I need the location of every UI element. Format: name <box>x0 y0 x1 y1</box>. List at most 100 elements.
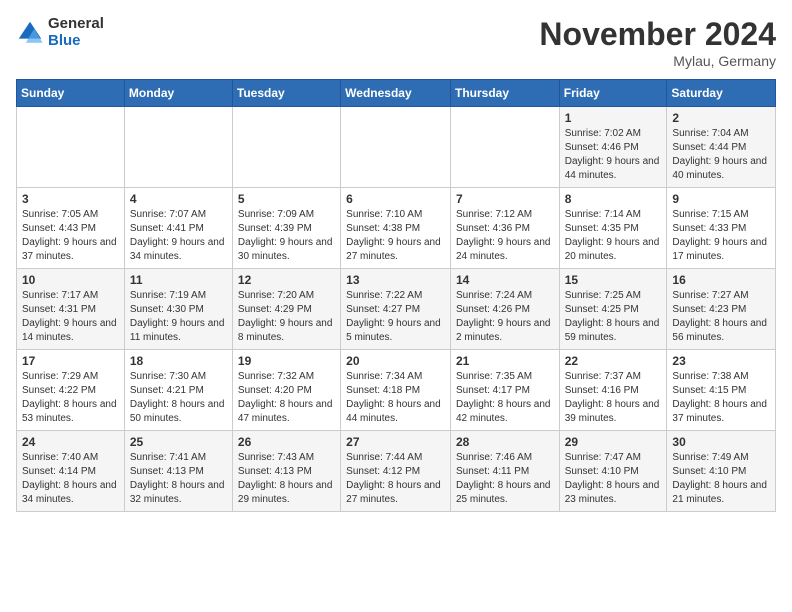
day-info: Sunrise: 7:44 AM Sunset: 4:12 PM Dayligh… <box>346 451 445 507</box>
day-info: Sunrise: 7:04 AM Sunset: 4:44 PM Dayligh… <box>672 127 770 183</box>
week-row-3: 10Sunrise: 7:17 AM Sunset: 4:31 PM Dayli… <box>17 269 776 350</box>
weekday-header-wednesday: Wednesday <box>341 80 451 107</box>
calendar-cell: 8 Sunrise: 7:14 AM Sunset: 4:35 PM Daylig… <box>559 188 667 269</box>
day-number: 26 <box>238 435 335 449</box>
logo: General Blue <box>16 16 104 49</box>
day-number: 9 <box>672 192 770 206</box>
day-info: Sunrise: 7:32 AM Sunset: 4:20 PM Dayligh… <box>238 370 335 426</box>
calendar-cell: 30Sunrise: 7:49 AM Sunset: 4:10 PM Dayli… <box>667 431 776 512</box>
title-area: November 2024 Mylau, Germany <box>539 16 776 69</box>
day-number: 17 <box>22 354 119 368</box>
day-info: Sunrise: 7:10 AM Sunset: 4:38 PM Dayligh… <box>346 208 445 264</box>
logo-general-text: General <box>48 16 104 33</box>
day-info: Sunrise: 7:38 AM Sunset: 4:15 PM Dayligh… <box>672 370 770 426</box>
day-info: Sunrise: 7:29 AM Sunset: 4:22 PM Dayligh… <box>22 370 119 426</box>
day-info: Sunrise: 7:40 AM Sunset: 4:14 PM Dayligh… <box>22 451 119 507</box>
day-number: 3 <box>22 192 119 206</box>
day-info: Sunrise: 7:22 AM Sunset: 4:27 PM Dayligh… <box>346 289 445 345</box>
calendar-cell: 11Sunrise: 7:19 AM Sunset: 4:30 PM Dayli… <box>124 269 232 350</box>
calendar-cell <box>124 107 232 188</box>
calendar-cell: 16Sunrise: 7:27 AM Sunset: 4:23 PM Dayli… <box>667 269 776 350</box>
day-info: Sunrise: 7:35 AM Sunset: 4:17 PM Dayligh… <box>456 370 554 426</box>
weekday-header-row: SundayMondayTuesdayWednesdayThursdayFrid… <box>17 80 776 107</box>
day-number: 19 <box>238 354 335 368</box>
calendar-cell: 24 Sunrise: 7:40 AM Sunset: 4:14 PM Dayli… <box>17 431 125 512</box>
calendar-cell: 21 Sunrise: 7:35 AM Sunset: 4:17 PM Dayli… <box>450 350 559 431</box>
calendar-cell: 4 Sunrise: 7:07 AM Sunset: 4:41 PM Daylig… <box>124 188 232 269</box>
day-number: 27 <box>346 435 445 449</box>
calendar-cell: 27 Sunrise: 7:44 AM Sunset: 4:12 PM Dayli… <box>341 431 451 512</box>
day-info: Sunrise: 7:14 AM Sunset: 4:35 PM Dayligh… <box>565 208 662 264</box>
day-number: 10 <box>22 273 119 287</box>
day-info: Sunrise: 7:46 AM Sunset: 4:11 PM Dayligh… <box>456 451 554 507</box>
calendar-cell: 10Sunrise: 7:17 AM Sunset: 4:31 PM Dayli… <box>17 269 125 350</box>
day-number: 12 <box>238 273 335 287</box>
weekday-header-tuesday: Tuesday <box>232 80 340 107</box>
weekday-header-saturday: Saturday <box>667 80 776 107</box>
day-number: 2 <box>672 111 770 125</box>
weekday-header-thursday: Thursday <box>450 80 559 107</box>
day-info: Sunrise: 7:24 AM Sunset: 4:26 PM Dayligh… <box>456 289 554 345</box>
calendar-cell: 5 Sunrise: 7:09 AM Sunset: 4:39 PM Daylig… <box>232 188 340 269</box>
weekday-header-sunday: Sunday <box>17 80 125 107</box>
day-info: Sunrise: 7:12 AM Sunset: 4:36 PM Dayligh… <box>456 208 554 264</box>
day-number: 20 <box>346 354 445 368</box>
calendar-cell: 18 Sunrise: 7:30 AM Sunset: 4:21 PM Dayli… <box>124 350 232 431</box>
weekday-header-monday: Monday <box>124 80 232 107</box>
logo-blue-text: Blue <box>48 33 104 50</box>
calendar-cell: 20 Sunrise: 7:34 AM Sunset: 4:18 PM Dayli… <box>341 350 451 431</box>
day-number: 5 <box>238 192 335 206</box>
day-info: Sunrise: 7:02 AM Sunset: 4:46 PM Dayligh… <box>565 127 662 183</box>
day-info: Sunrise: 7:30 AM Sunset: 4:21 PM Dayligh… <box>130 370 227 426</box>
calendar: SundayMondayTuesdayWednesdayThursdayFrid… <box>16 79 776 512</box>
day-number: 15 <box>565 273 662 287</box>
day-info: Sunrise: 7:15 AM Sunset: 4:33 PM Dayligh… <box>672 208 770 264</box>
calendar-cell: 25Sunrise: 7:41 AM Sunset: 4:13 PM Dayli… <box>124 431 232 512</box>
day-info: Sunrise: 7:09 AM Sunset: 4:39 PM Dayligh… <box>238 208 335 264</box>
day-info: Sunrise: 7:34 AM Sunset: 4:18 PM Dayligh… <box>346 370 445 426</box>
calendar-cell: 23Sunrise: 7:38 AM Sunset: 4:15 PM Dayli… <box>667 350 776 431</box>
calendar-cell: 19 Sunrise: 7:32 AM Sunset: 4:20 PM Dayli… <box>232 350 340 431</box>
calendar-cell: 3 Sunrise: 7:05 AM Sunset: 4:43 PM Daylig… <box>17 188 125 269</box>
day-info: Sunrise: 7:07 AM Sunset: 4:41 PM Dayligh… <box>130 208 227 264</box>
day-number: 21 <box>456 354 554 368</box>
day-number: 6 <box>346 192 445 206</box>
calendar-cell: 13 Sunrise: 7:22 AM Sunset: 4:27 PM Dayli… <box>341 269 451 350</box>
day-number: 4 <box>130 192 227 206</box>
calendar-cell: 1 Sunrise: 7:02 AM Sunset: 4:46 PM Daylig… <box>559 107 667 188</box>
week-row-2: 3 Sunrise: 7:05 AM Sunset: 4:43 PM Daylig… <box>17 188 776 269</box>
day-number: 28 <box>456 435 554 449</box>
day-number: 7 <box>456 192 554 206</box>
weekday-header-friday: Friday <box>559 80 667 107</box>
day-number: 13 <box>346 273 445 287</box>
calendar-cell: 17 Sunrise: 7:29 AM Sunset: 4:22 PM Dayli… <box>17 350 125 431</box>
calendar-cell: 29 Sunrise: 7:47 AM Sunset: 4:10 PM Dayli… <box>559 431 667 512</box>
week-row-1: 1 Sunrise: 7:02 AM Sunset: 4:46 PM Daylig… <box>17 107 776 188</box>
week-row-4: 17 Sunrise: 7:29 AM Sunset: 4:22 PM Dayli… <box>17 350 776 431</box>
day-info: Sunrise: 7:05 AM Sunset: 4:43 PM Dayligh… <box>22 208 119 264</box>
calendar-cell: 7 Sunrise: 7:12 AM Sunset: 4:36 PM Daylig… <box>450 188 559 269</box>
calendar-cell: 9 Sunrise: 7:15 AM Sunset: 4:33 PM Daylig… <box>667 188 776 269</box>
header: General Blue November 2024 Mylau, German… <box>16 16 776 69</box>
day-number: 22 <box>565 354 662 368</box>
day-info: Sunrise: 7:47 AM Sunset: 4:10 PM Dayligh… <box>565 451 662 507</box>
day-number: 25 <box>130 435 227 449</box>
day-info: Sunrise: 7:37 AM Sunset: 4:16 PM Dayligh… <box>565 370 662 426</box>
day-number: 1 <box>565 111 662 125</box>
logo-icon <box>16 19 44 47</box>
day-number: 18 <box>130 354 227 368</box>
day-number: 8 <box>565 192 662 206</box>
day-number: 16 <box>672 273 770 287</box>
calendar-cell <box>232 107 340 188</box>
calendar-cell: 26Sunrise: 7:43 AM Sunset: 4:13 PM Dayli… <box>232 431 340 512</box>
day-info: Sunrise: 7:19 AM Sunset: 4:30 PM Dayligh… <box>130 289 227 345</box>
location: Mylau, Germany <box>539 53 776 69</box>
logo-text: General Blue <box>48 16 104 49</box>
day-info: Sunrise: 7:25 AM Sunset: 4:25 PM Dayligh… <box>565 289 662 345</box>
day-number: 30 <box>672 435 770 449</box>
day-number: 24 <box>22 435 119 449</box>
day-number: 29 <box>565 435 662 449</box>
calendar-cell <box>341 107 451 188</box>
calendar-cell <box>17 107 125 188</box>
calendar-cell: 22 Sunrise: 7:37 AM Sunset: 4:16 PM Dayli… <box>559 350 667 431</box>
